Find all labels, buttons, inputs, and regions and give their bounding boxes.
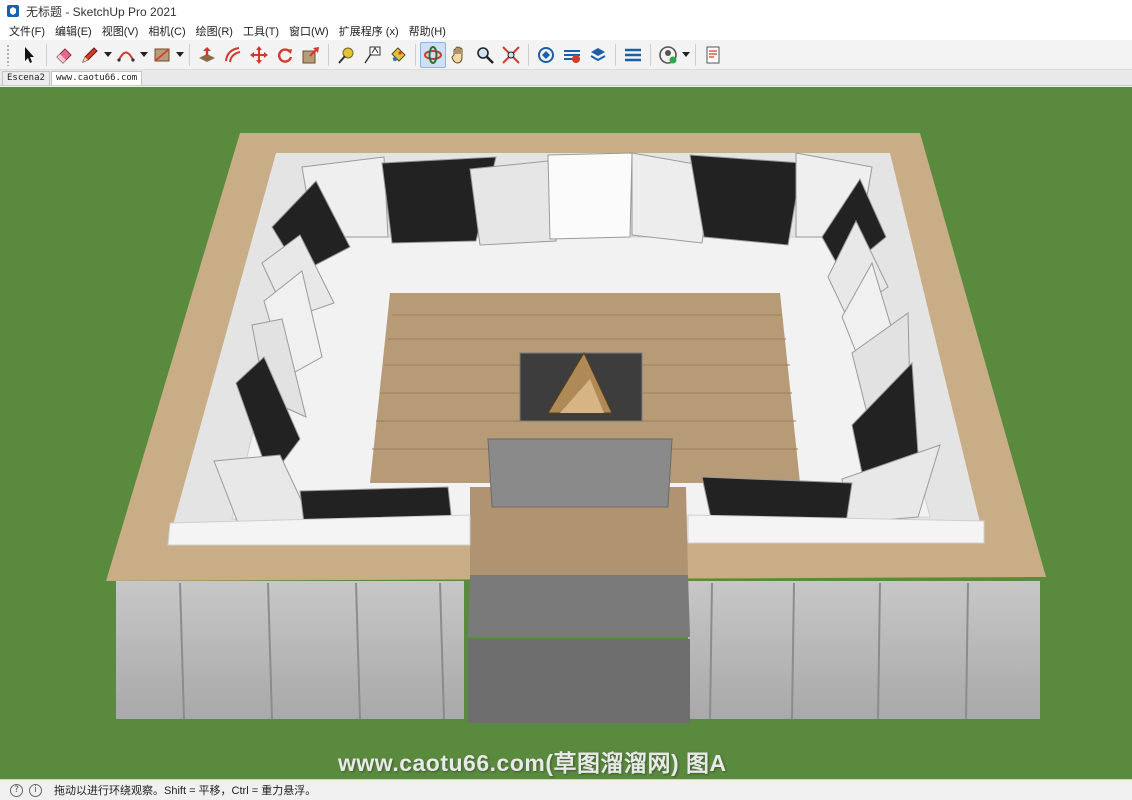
window-title: 无标题 - SketchUp Pro 2021 [26,4,177,19]
orbit-icon [424,45,442,64]
pencil-icon [82,46,98,63]
info-icon[interactable]: i [29,783,42,797]
offset-tool-button[interactable] [220,42,246,68]
move-tool-button[interactable] [246,42,272,68]
rotate-icon [278,47,293,63]
extension-warehouse-button[interactable] [559,42,585,68]
toolbar-separator [650,43,651,66]
scale-tool-button[interactable] [298,42,324,68]
tape-measure-tool-button[interactable] [333,42,359,68]
menu-window[interactable]: 窗口(W) [284,23,334,39]
menu-view[interactable]: 视图(V) [97,23,144,39]
rectangle-icon [154,47,170,62]
push-pull-tool-button[interactable] [194,42,220,68]
arc-icon [117,51,135,62]
eraser-tool-button[interactable] [51,42,77,68]
toolbar-grip[interactable] [6,43,10,66]
offset-icon [225,46,241,62]
scale-icon [302,46,319,63]
paint-bucket-icon [391,46,406,62]
menu-extensions[interactable]: 扩展程序 (x) [334,23,404,39]
toolbar-separator [328,43,329,66]
chevron-down-icon [682,51,690,57]
pan-tool-button[interactable] [446,42,472,68]
menu-tools[interactable]: 工具(T) [238,23,284,39]
account-button[interactable] [655,42,681,68]
push-pull-icon [199,46,215,62]
scene-tab-caotu66[interactable]: www.caotu66.com [50,71,143,85]
pan-icon [451,46,463,64]
move-icon [250,45,268,64]
report-icon [706,46,720,63]
layout-button[interactable] [585,42,611,68]
warehouse-icon [538,46,554,63]
toolbar-separator [189,43,190,66]
select-icon [25,46,34,63]
arc-tool-button[interactable] [113,42,139,68]
scene-tab-escena2[interactable]: Escena2 [2,71,50,85]
chevron-down-icon [140,51,148,57]
extension-manager-icon [625,48,641,61]
toolbar-separator [415,43,416,66]
zoom-tool-button[interactable] [472,42,498,68]
rectangle-tool-button[interactable] [149,42,175,68]
status-message: 拖动以进行环绕观察。Shift = 平移，Ctrl = 重力悬浮。 [54,785,317,797]
menu-draw[interactable]: 绘图(R) [191,23,238,39]
paint-bucket-tool-button[interactable] [385,42,411,68]
orbit-tool-button[interactable] [420,41,446,68]
rectangle-dropdown[interactable] [175,42,185,68]
title-bar: 无标题 - SketchUp Pro 2021 [0,0,1132,22]
watermark-text: www.caotu66.com(草图溜溜网) 图A [338,750,727,776]
extension-manager-button[interactable] [620,42,646,68]
account-icon [659,45,677,64]
zoom-extents-tool-button[interactable] [498,42,524,68]
toolbar-separator [528,43,529,66]
report-button[interactable] [700,42,726,68]
menu-camera[interactable]: 相机(C) [143,23,190,39]
pencil-tool-button[interactable] [77,42,103,68]
account-dropdown[interactable] [681,42,691,68]
text-tool-button[interactable] [359,42,385,68]
model-viewport[interactable]: www.caotu66.com(草图溜溜网) 图A [0,87,1132,779]
chevron-down-icon [176,51,184,57]
toolbar-separator [46,43,47,66]
menu-bar: 文件(F) 编辑(E) 视图(V) 相机(C) 绘图(R) 工具(T) 窗口(W… [0,22,1132,40]
geolocation-icon[interactable]: ? [10,783,23,797]
scene-tabs: Escena2 www.caotu66.com [0,70,1132,86]
toolbar-separator [615,43,616,66]
chevron-down-icon [104,51,112,57]
warehouse-button[interactable] [533,42,559,68]
main-toolbar [0,40,1132,70]
zoom-extents-icon [502,45,520,64]
toolbar-separator [695,43,696,66]
sketchup-logo-icon [7,5,19,17]
tape-measure-icon [338,47,354,64]
zoom-icon [477,46,494,64]
menu-file[interactable]: 文件(F) [4,23,50,39]
menu-help[interactable]: 帮助(H) [404,23,451,39]
rotate-tool-button[interactable] [272,42,298,68]
pencil-dropdown[interactable] [103,42,113,68]
menu-edit[interactable]: 编辑(E) [50,23,97,39]
select-tool-button[interactable] [16,42,42,68]
text-icon [364,46,381,63]
status-bar: ? i 拖动以进行环绕观察。Shift = 平移，Ctrl = 重力悬浮。 [0,779,1132,800]
eraser-icon [56,47,72,64]
extension-warehouse-icon [564,49,580,63]
sofa-model-render [106,133,1046,723]
layout-icon [590,47,606,61]
arc-dropdown[interactable] [139,42,149,68]
